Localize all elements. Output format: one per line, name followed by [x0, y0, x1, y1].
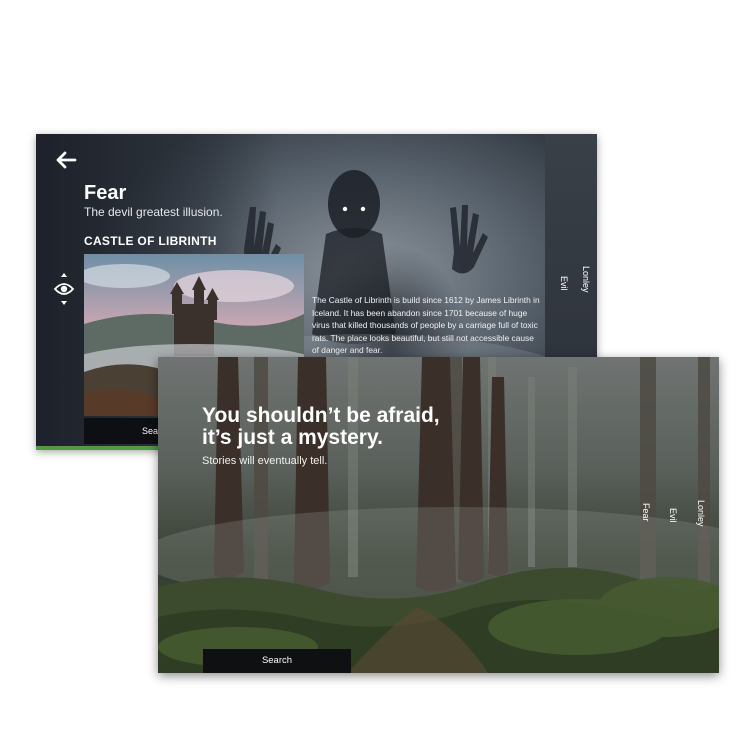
page-subtitle: The devil greatest illusion.: [84, 205, 223, 219]
eye-icon[interactable]: [53, 272, 75, 306]
headline-line-1: You shouldn’t be afraid,: [202, 404, 440, 427]
page-title: Fear: [84, 182, 127, 204]
section-title: CASTLE OF LIBRINTH: [84, 234, 217, 248]
front-screen: You shouldn’t be afraid, it’s just a mys…: [158, 357, 719, 673]
search-button[interactable]: Search: [203, 649, 351, 673]
tab-evil[interactable]: Evil: [668, 508, 678, 523]
headline: You shouldn’t be afraid, it’s just a mys…: [202, 405, 502, 449]
castle-description: The Castle of Librinth is build since 16…: [312, 295, 540, 356]
headline-line-2: it’s just a mystery.: [202, 426, 383, 449]
tab-evil[interactable]: Evil: [559, 276, 569, 291]
tab-lonley[interactable]: Lonley: [696, 500, 706, 527]
side-tabs: Evil Lonley: [549, 266, 591, 342]
tab-lonley[interactable]: Lonley: [581, 266, 591, 293]
tab-fear[interactable]: Fear: [641, 503, 651, 522]
side-tabs: Fear Evil Lonley: [641, 497, 715, 577]
headline-subtitle: Stories will eventually tell.: [202, 455, 328, 467]
back-arrow-icon[interactable]: [55, 149, 77, 171]
